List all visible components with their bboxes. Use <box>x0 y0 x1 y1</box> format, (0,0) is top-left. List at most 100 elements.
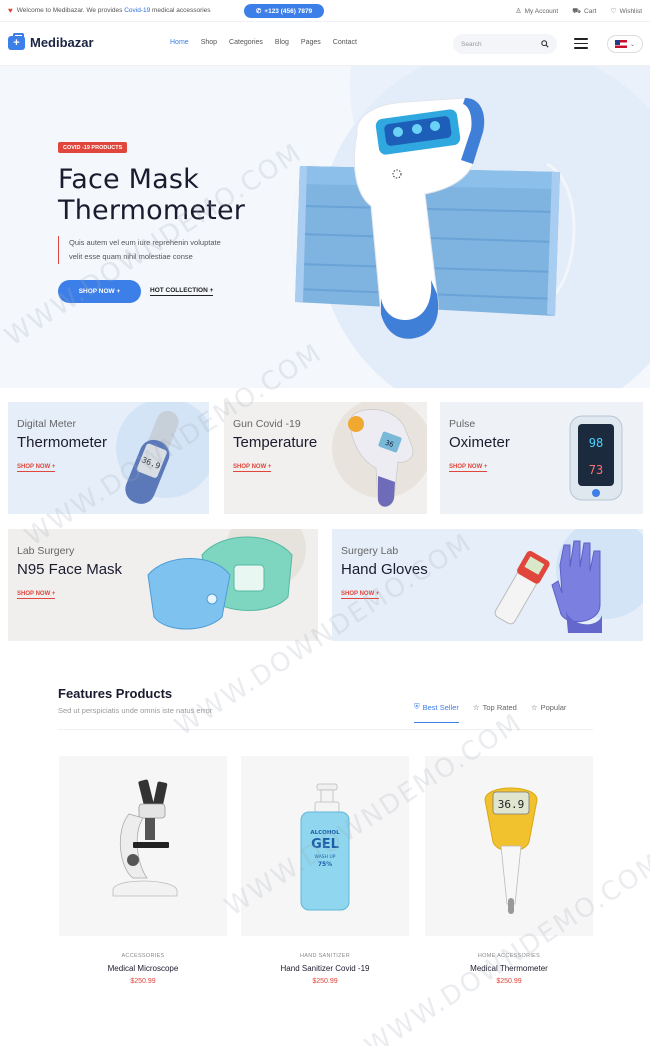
my-account-label: My Account <box>524 8 559 15</box>
category-card-face-mask[interactable]: Lab Surgery N95 Face Mask SHOP NOW + <box>8 529 318 641</box>
product-card[interactable]: ACCESSORIES Medical Microscope $250.99 <box>59 756 227 985</box>
cart-icon: ⛟ <box>572 7 582 15</box>
main-header: Medibazar Home Shop Categories Blog Page… <box>0 22 650 66</box>
hero-title-line1: Face Mask <box>58 164 199 195</box>
nav-shop[interactable]: Shop <box>201 39 217 46</box>
logo[interactable]: Medibazar <box>8 32 94 50</box>
search-input[interactable]: Search <box>453 34 557 54</box>
product-card[interactable]: 36.9 HOME ACCESSORIES Medical Thermomete… <box>425 756 593 985</box>
star-icon: ☆ <box>472 703 480 712</box>
medical-thermometer-image: 36.9 <box>484 787 538 914</box>
welcome-text: Welcome to Medibazar. We provides Covid-… <box>17 7 211 14</box>
features-title: Features Products <box>58 686 173 701</box>
phone-button[interactable]: ✆ +123 (456) 7879 <box>244 4 324 18</box>
welcome-highlight: Covid-19 <box>124 7 151 14</box>
product-category: ACCESSORIES <box>121 953 165 959</box>
pulse-reading: 73 <box>589 463 603 477</box>
hero-title: Face Mask Thermometer <box>58 164 245 226</box>
card-subtitle: Pulse <box>449 418 476 430</box>
card-shop-link[interactable]: SHOP NOW + <box>449 464 488 472</box>
sanitizer-label-line1: ALCOHOL <box>310 830 340 836</box>
product-price: $250.99 <box>496 978 522 985</box>
nav-blog[interactable]: Blog <box>275 39 289 46</box>
hero-tag: COVID -19 PRODUCTS <box>58 142 128 153</box>
shop-now-button[interactable]: SHOP NOW + <box>58 280 141 303</box>
nav-categories[interactable]: Categories <box>229 39 263 46</box>
n95-masks-image <box>147 536 293 630</box>
logo-text: Medibazar <box>30 35 94 50</box>
nav-home[interactable]: Home <box>170 39 189 46</box>
hero-banner: COVID -19 PRODUCTS Face Mask Thermometer… <box>0 66 650 388</box>
product-category: HOME ACCESSORIES <box>477 953 541 959</box>
top-links: ♙ My Account ⛟ Cart ♡ Wishlist <box>515 0 642 22</box>
phone-number: +123 (456) 7879 <box>264 7 313 15</box>
card-shop-link[interactable]: SHOP NOW + <box>17 591 56 599</box>
card-subtitle: Digital Meter <box>17 418 76 430</box>
card-title: Temperature <box>233 434 318 451</box>
hand-sanitizer-image: ALCOHOL GEL WASH UP 75% <box>300 783 350 911</box>
thermometer-display: 36.9 <box>498 798 525 811</box>
product-name[interactable]: Medical Thermometer <box>425 964 593 973</box>
user-icon: ♙ <box>515 8 522 15</box>
chevron-down-icon: ⌄ <box>629 41 636 48</box>
card-shop-link[interactable]: SHOP NOW + <box>341 591 380 599</box>
welcome-suffix: medical accessories <box>152 7 211 14</box>
card-subtitle: Gun Covid -19 <box>233 418 301 430</box>
card-title: Oximeter <box>449 434 510 451</box>
microscope-image <box>112 779 178 897</box>
search-placeholder: Search <box>461 40 482 48</box>
product-image[interactable]: ALCOHOL GEL WASH UP 75% <box>241 756 409 936</box>
tab-label: Popular <box>540 703 567 712</box>
tab-top-rated[interactable]: ☆ Top Rated <box>473 702 517 723</box>
features-tabs: ⛨ Best Seller ☆ Top Rated ☆ Popular <box>414 702 566 723</box>
card-subtitle: Surgery Lab <box>341 545 399 557</box>
hero-desc-line1: Quis autem vel eum iure reprehenin volup… <box>69 238 221 247</box>
my-account-link[interactable]: ♙ My Account <box>515 7 558 15</box>
wishlist-label: Wishlist <box>619 8 642 15</box>
cart-link[interactable]: ⛟ Cart <box>572 7 596 16</box>
product-category: HAND SANITIZER <box>299 953 351 959</box>
phone-icon: ✆ <box>255 8 262 15</box>
shield-icon: ⛨ <box>414 702 420 711</box>
hero-description: Quis autem vel eum iure reprehenin volup… <box>58 236 278 264</box>
language-selector[interactable]: ⌄ <box>607 35 643 53</box>
menu-icon[interactable] <box>574 38 588 49</box>
search-icon[interactable] <box>541 40 549 48</box>
pulse-oximeter-image: 98 73 <box>569 415 623 501</box>
category-card-thermometer[interactable]: Digital Meter Thermometer SHOP NOW + 36.… <box>8 402 209 514</box>
thermometer-gun-image: 36 <box>348 409 414 507</box>
top-bar: ♥ Welcome to Medibazar. We provides Covi… <box>0 0 650 22</box>
nav-contact[interactable]: Contact <box>333 39 357 46</box>
product-name[interactable]: Medical Microscope <box>59 964 227 973</box>
tab-popular[interactable]: ☆ Popular <box>531 702 567 723</box>
category-card-oximeter[interactable]: Pulse Oximeter SHOP NOW + 98 73 <box>440 402 643 514</box>
medical-bag-icon <box>8 32 25 50</box>
cart-label: Cart <box>584 7 597 15</box>
product-name[interactable]: Hand Sanitizer Covid -19 <box>241 964 409 973</box>
tab-best-seller[interactable]: ⛨ Best Seller <box>414 702 459 723</box>
mask-thermometer-image <box>290 97 576 340</box>
features-subtitle: Sed ut perspiciatis unde omnis iste natu… <box>58 706 213 715</box>
sanitizer-label-line2: GEL <box>311 837 339 852</box>
hot-collection-link[interactable]: HOT COLLECTION + <box>150 287 214 296</box>
card-title: N95 Face Mask <box>17 561 123 578</box>
tab-label: Best Seller <box>422 702 459 712</box>
category-card-hand-gloves[interactable]: Surgery Lab Hand Gloves SHOP NOW + <box>332 529 643 641</box>
product-image[interactable]: 36.9 <box>425 756 593 936</box>
sanitizer-label-line4: 75% <box>318 861 332 868</box>
product-image[interactable] <box>59 756 227 936</box>
nav-pages[interactable]: Pages <box>301 39 321 46</box>
card-shop-link[interactable]: SHOP NOW + <box>17 464 56 472</box>
sanitizer-label-line3: WASH UP <box>315 854 336 860</box>
us-flag-icon <box>614 40 627 48</box>
product-card[interactable]: ALCOHOL GEL WASH UP 75% HAND SANITIZER H… <box>241 756 409 985</box>
hero-title-line2: Thermometer <box>58 195 246 226</box>
tab-label: Top Rated <box>482 703 517 712</box>
card-subtitle: Lab Surgery <box>17 545 75 557</box>
hero-desc-line2: velit esse quam nihil molestiae conse <box>69 252 193 261</box>
category-card-temperature[interactable]: Gun Covid -19 Temperature SHOP NOW + 36 <box>224 402 427 514</box>
main-nav: Home Shop Categories Blog Pages Contact <box>170 39 357 46</box>
product-price: $250.99 <box>130 978 156 985</box>
wishlist-link[interactable]: ♡ Wishlist <box>610 7 642 15</box>
card-shop-link[interactable]: SHOP NOW + <box>233 464 272 472</box>
